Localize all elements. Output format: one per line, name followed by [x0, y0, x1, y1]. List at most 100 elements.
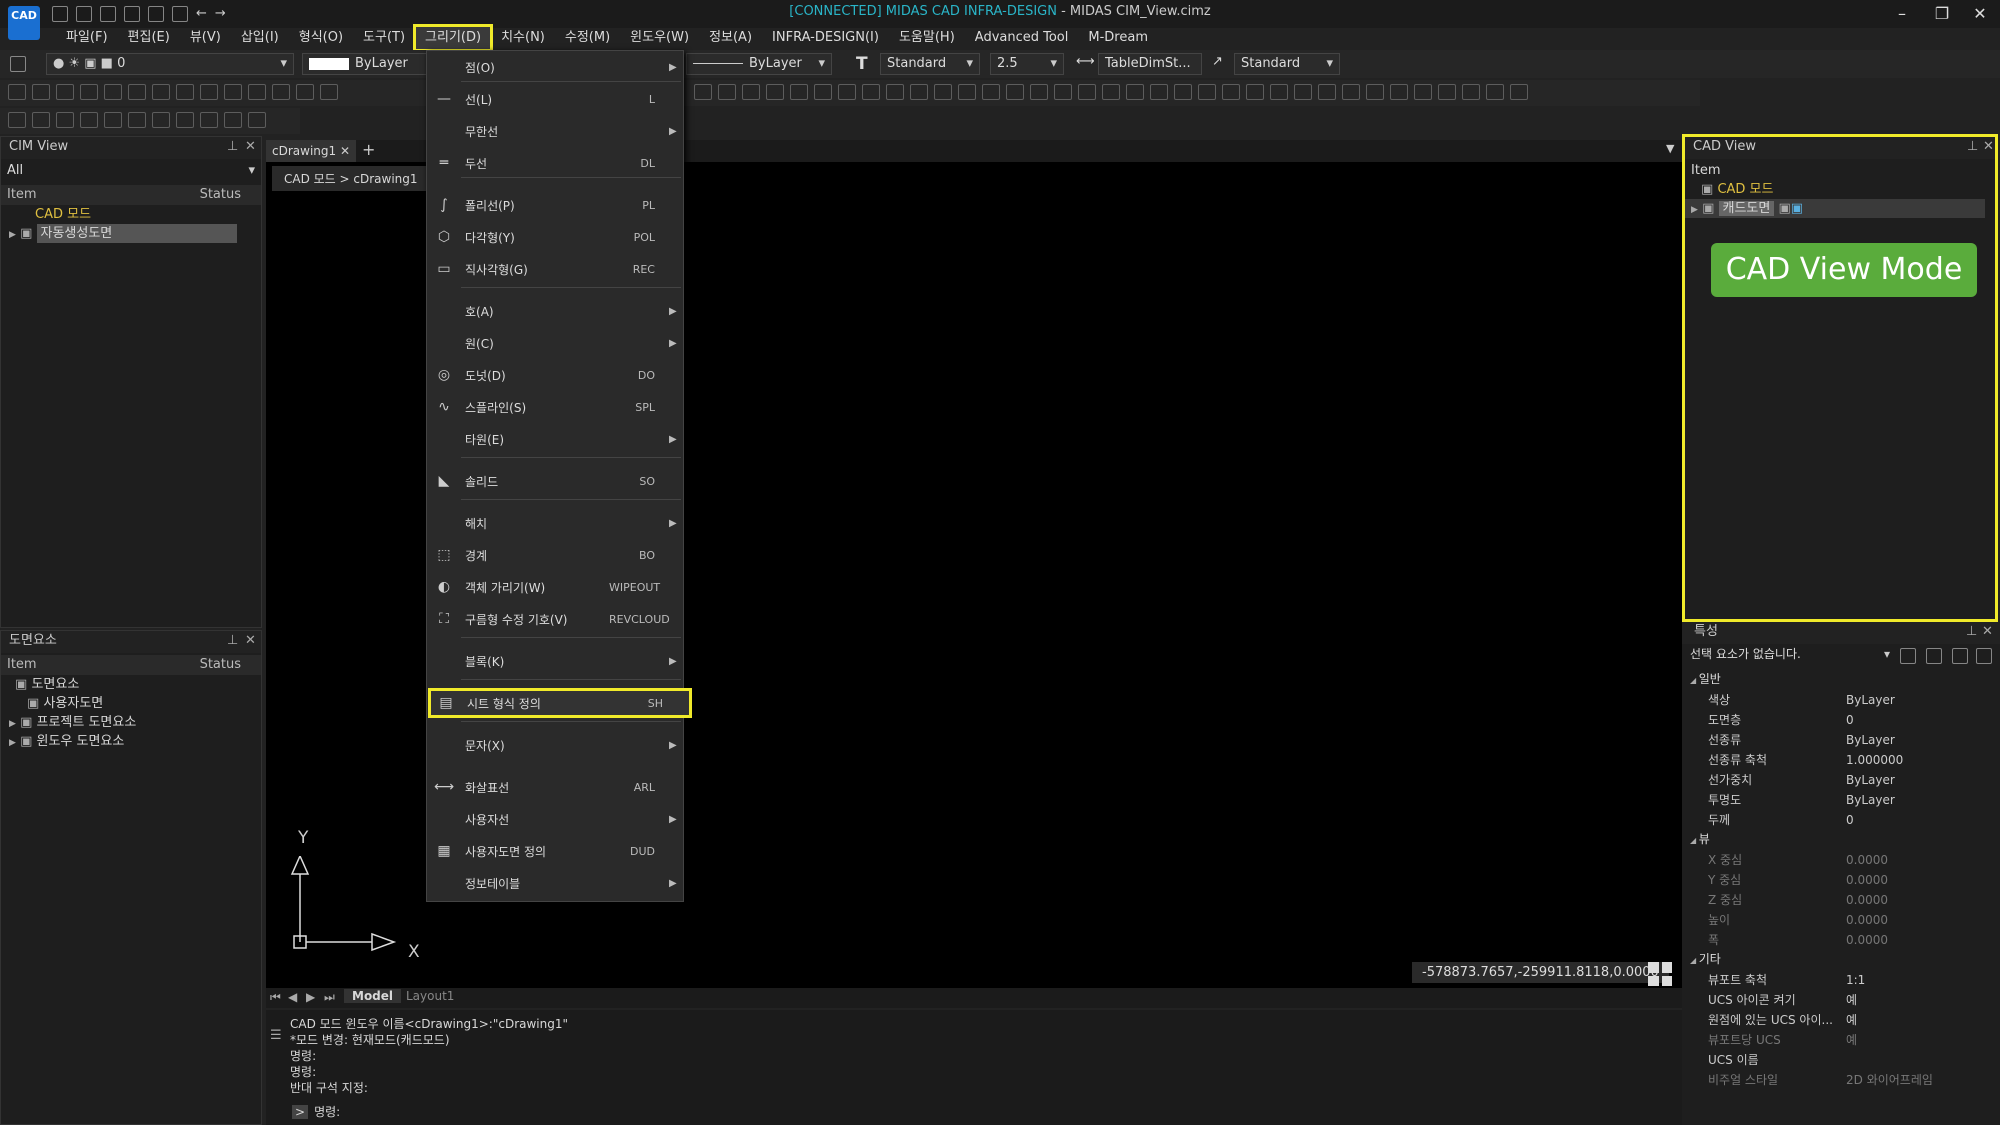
draw-menu-item[interactable]: 타원(E) ▶	[427, 425, 683, 453]
draw-menu-item[interactable]: 해치 ▶	[427, 509, 683, 537]
property-row[interactable]: 원점에 있는 UCS 아이... 예	[1682, 1010, 1998, 1030]
property-row[interactable]: 뷰포트 축척 1:1	[1682, 970, 1998, 990]
menu-tools[interactable]: 도구(T)	[353, 26, 415, 50]
property-row[interactable]: 높이 0.0000	[1682, 910, 1998, 930]
menu-draw[interactable]: 그리기(D)	[413, 24, 494, 52]
collapse-icon[interactable]: ◢	[1690, 956, 1699, 965]
menu-format[interactable]: 형식(O)	[289, 26, 353, 50]
draw-menu-item[interactable]: ◣ 솔리드 SO	[427, 467, 683, 495]
property-row[interactable]: 폭 0.0000	[1682, 930, 1998, 950]
close-icon[interactable]: ✕	[1982, 624, 1993, 639]
draw-menu-item[interactable]: 문자(X) ▶	[427, 731, 683, 759]
draw-menu-item[interactable]: ⛶ 구름형 수정 기호(V) REVCLOUD	[427, 605, 683, 633]
select-objects-icon[interactable]	[1952, 648, 1968, 664]
quick-select-icon[interactable]	[1900, 648, 1916, 664]
menu-dimension[interactable]: 치수(N)	[491, 26, 555, 50]
draw-menu-item[interactable]: 사용자선 ▶	[427, 805, 683, 833]
draw-menu-item[interactable]: 블록(K) ▶	[427, 647, 683, 675]
cad-view-mode-button[interactable]: CAD View Mode	[1711, 243, 1977, 297]
property-row[interactable]: Z 중심 0.0000	[1682, 890, 1998, 910]
property-row[interactable]: 선종류 ByLayer	[1682, 730, 1998, 750]
property-value[interactable]: 0.0000	[1846, 930, 1888, 950]
linetype-dropdown[interactable]: ByLayer	[686, 53, 832, 75]
menu-window[interactable]: 윈도우(W)	[620, 26, 699, 50]
tab-close-icon[interactable]: ✕	[340, 140, 350, 162]
menu-edit[interactable]: 편집(E)	[118, 26, 180, 50]
menu-info[interactable]: 정보(A)	[699, 26, 762, 50]
tree-item[interactable]: ▶ ▣ 프로젝트 도면요소	[1, 713, 261, 732]
property-value[interactable]: 1.000000	[1846, 750, 1903, 770]
text-style-icon[interactable]: T	[856, 54, 868, 74]
tree-item-cad-mode[interactable]: ▣ CAD 모드	[1685, 180, 1995, 199]
draw-menu-item[interactable]: ∿ 스플라인(S) SPL	[427, 393, 683, 421]
text-height-dropdown[interactable]: 2.5	[990, 53, 1064, 75]
draw-menu-item[interactable]: ⬡ 다각형(Y) POL	[427, 223, 683, 251]
command-menu-icon[interactable]: ☰	[270, 1028, 282, 1043]
command-input[interactable]: > 명령:	[292, 1102, 1672, 1122]
property-value[interactable]: ByLayer	[1846, 790, 1895, 810]
draw-menu-item[interactable]: ▦ 사용자도면 정의 DUD	[427, 837, 683, 865]
match-properties-icon[interactable]	[1976, 648, 1992, 664]
property-value[interactable]: ByLayer	[1846, 730, 1895, 750]
draw-menu-item[interactable]: ▤ 시트 형식 정의 SH	[428, 688, 692, 718]
tree-item[interactable]: ▣ 도면요소	[1, 675, 261, 694]
layer-manager-icon[interactable]	[10, 56, 26, 72]
draw-menu-item[interactable]: ⬚ 경계 BO	[427, 541, 683, 569]
property-row[interactable]: 색상 ByLayer	[1682, 690, 1998, 710]
property-row[interactable]: UCS 아이콘 켜기 예	[1682, 990, 1998, 1010]
last-layout-icon[interactable]: ⏭	[324, 990, 335, 1005]
draw-menu-item[interactable]: ◐ 객체 가리기(W) WIPEOUT	[427, 573, 683, 601]
pin-icon[interactable]: ⊥	[1967, 139, 1978, 154]
tab-list-icon[interactable]: ▼	[1666, 142, 1674, 155]
collapse-icon[interactable]: ◢	[1690, 676, 1699, 685]
property-section[interactable]: ◢ 기타	[1690, 950, 1721, 970]
tree-item[interactable]: ▶ ▣ 윈도우 도면요소	[1, 732, 261, 751]
property-value[interactable]: 예	[1846, 1030, 1857, 1050]
property-value[interactable]: 0.0000	[1846, 910, 1888, 930]
pin-icon[interactable]: ⊥	[227, 139, 238, 154]
tab-layout1[interactable]: Layout1	[406, 989, 454, 1003]
first-layout-icon[interactable]: ⏮	[270, 990, 281, 1005]
property-value[interactable]: ByLayer	[1846, 770, 1895, 790]
menu-infra-design[interactable]: INFRA-DESIGN(I)	[762, 26, 889, 50]
tab-cdrawing1[interactable]: cDrawing1 ✕	[266, 140, 356, 162]
pin-icon[interactable]: ⊥	[227, 633, 238, 648]
property-row[interactable]: UCS 이름	[1682, 1050, 1998, 1070]
selection-dropdown[interactable]: 선택 요소가 없습니다.	[1684, 644, 1896, 666]
mleader-style-icon[interactable]: ↗	[1212, 54, 1223, 69]
next-layout-icon[interactable]: ▶	[306, 990, 315, 1004]
property-value[interactable]: 0.0000	[1846, 850, 1888, 870]
property-row[interactable]: 뷰포트당 UCS 예	[1682, 1030, 1998, 1050]
property-value[interactable]: 0	[1846, 810, 1854, 830]
pin-icon[interactable]: ⊥	[1966, 624, 1977, 639]
property-row[interactable]: X 중심 0.0000	[1682, 850, 1998, 870]
new-tab-icon[interactable]: +	[362, 140, 375, 159]
menu-view[interactable]: 뷰(V)	[180, 26, 231, 50]
property-value[interactable]: 예	[1846, 990, 1857, 1010]
collapse-icon[interactable]: ◢	[1690, 836, 1699, 845]
close-icon[interactable]: ✕	[1983, 139, 1994, 154]
viewport-icon[interactable]: ▣	[1791, 201, 1803, 216]
tree-item-cad-mode[interactable]: CAD 모드	[1, 205, 261, 224]
close-button[interactable]: ✕	[1960, 2, 2000, 26]
property-section[interactable]: ◢ 뷰	[1690, 830, 1710, 850]
misc-toolbar-icons[interactable]	[0, 108, 300, 132]
property-row[interactable]: 선가중치 ByLayer	[1682, 770, 1998, 790]
draw-menu-item[interactable]: ∫ 폴리선(P) PL	[427, 191, 683, 219]
tab-model[interactable]: Model	[344, 989, 402, 1003]
cim-filter-dropdown[interactable]: All	[1, 161, 261, 183]
draw-menu-item[interactable]: 정보테이블 ▶	[427, 869, 683, 897]
layer-dropdown[interactable]: ● ☀ ▣ ■ 0	[46, 53, 294, 75]
text-style-dropdown[interactable]: Standard	[880, 53, 980, 75]
draw-menu-item[interactable]: ◎ 도넛(D) DO	[427, 361, 683, 389]
draw-menu-item[interactable]: ⟷ 화살표선 ARL	[427, 773, 683, 801]
tree-item-auto-drawing[interactable]: ▶ ▣ 자동생성도면	[1, 224, 261, 243]
draw-menu-item[interactable]: ▭ 직사각형(G) REC	[427, 255, 683, 283]
toggle-pickadd-icon[interactable]	[1926, 648, 1942, 664]
menu-modify[interactable]: 수정(M)	[555, 26, 620, 50]
draw-menu-item[interactable]: 무한선 ▶	[427, 117, 683, 145]
property-row[interactable]: 선종류 축척 1.000000	[1682, 750, 1998, 770]
color-dropdown[interactable]: ByLayer	[302, 53, 442, 75]
property-row[interactable]: 비주얼 스타일 2D 와이어프레임	[1682, 1070, 1998, 1090]
draw-menu-item[interactable]: 호(A) ▶	[427, 297, 683, 325]
